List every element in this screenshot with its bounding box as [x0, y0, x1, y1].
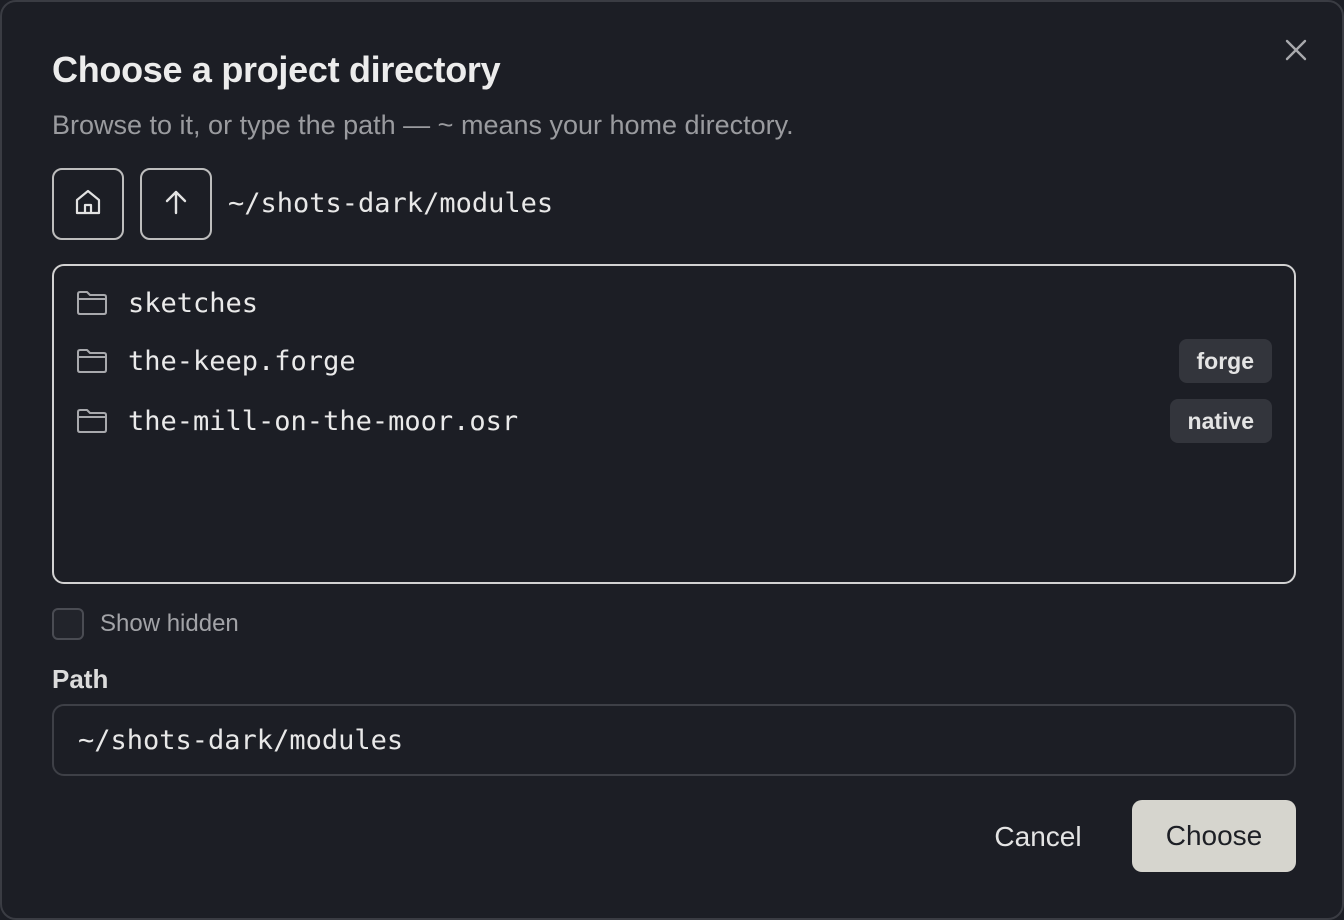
- module-type-badge: forge: [1178, 339, 1272, 383]
- home-icon: [73, 187, 103, 222]
- path-label: Path: [52, 664, 109, 694]
- directory-item[interactable]: the-mill-on-the-moor.osr native: [76, 396, 1272, 446]
- directory-picker-dialog: Choose a project directory Browse to it,…: [0, 0, 1344, 920]
- folder-icon: [76, 396, 110, 446]
- cancel-button[interactable]: Cancel: [970, 802, 1106, 872]
- current-path: ~/shots-dark/modules: [228, 188, 554, 219]
- arrow-up-icon: [162, 188, 190, 221]
- home-button[interactable]: [52, 168, 124, 240]
- dialog-subtitle: Browse to it, or type the path — ~ means…: [52, 110, 794, 140]
- dialog-title: Choose a project directory: [52, 49, 501, 90]
- choose-button[interactable]: Choose: [1132, 800, 1296, 872]
- show-hidden-label: Show hidden: [100, 610, 239, 637]
- directory-item[interactable]: the-keep.forge forge: [76, 336, 1272, 386]
- directory-listing: sketches the-keep.forge forge the-mill-o…: [52, 264, 1296, 584]
- close-button[interactable]: [1276, 32, 1316, 72]
- folder-icon: [76, 278, 110, 328]
- path-input[interactable]: [52, 704, 1296, 776]
- parent-directory-button[interactable]: [140, 168, 212, 240]
- directory-item[interactable]: sketches: [76, 278, 1272, 328]
- show-hidden-checkbox[interactable]: [52, 608, 84, 640]
- show-hidden-toggle[interactable]: Show hidden: [52, 608, 239, 640]
- directory-item-name: the-keep.forge: [128, 345, 356, 377]
- directory-item-name: sketches: [128, 287, 259, 319]
- directory-item-name: the-mill-on-the-moor.osr: [128, 405, 519, 437]
- module-type-badge: native: [1169, 399, 1272, 443]
- close-icon: [1285, 39, 1307, 66]
- folder-icon: [76, 336, 110, 386]
